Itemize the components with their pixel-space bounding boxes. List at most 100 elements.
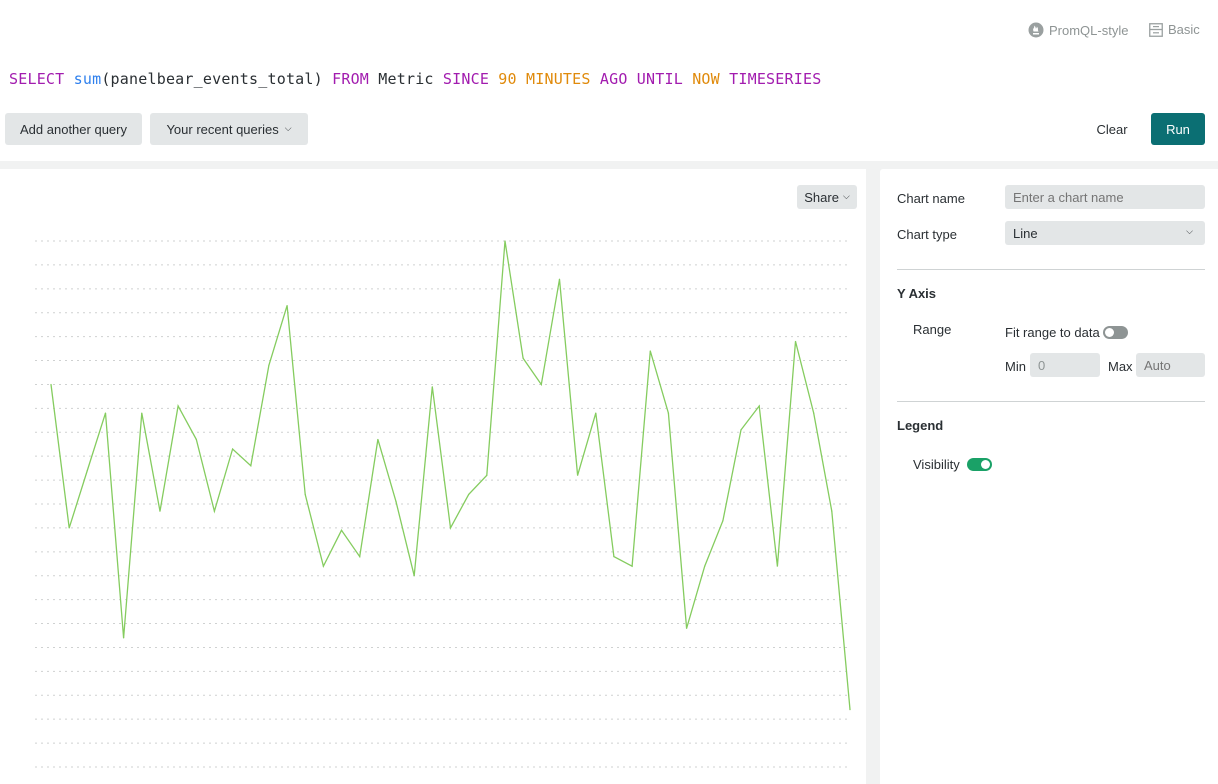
min-input[interactable]	[1030, 353, 1100, 377]
clear-label: Clear	[1096, 121, 1128, 137]
data-point[interactable]	[722, 520, 724, 522]
recent-queries-dropdown[interactable]: Your recent queries ⌵	[150, 113, 308, 145]
visibility-label: Visibility	[913, 457, 960, 472]
data-point[interactable]	[813, 412, 815, 414]
data-point[interactable]	[413, 575, 415, 577]
data-point[interactable]	[359, 556, 361, 558]
query-token-keyword: SINCE	[442, 70, 490, 88]
data-point[interactable]	[558, 278, 561, 280]
data-point[interactable]	[649, 350, 651, 352]
data-point[interactable]	[831, 510, 833, 512]
data-point[interactable]	[213, 510, 216, 512]
query-editor[interactable]: SELECT sum(panelbear_events_total) FROM …	[9, 70, 821, 88]
query-token-text: (panelbear_events_total)	[101, 70, 323, 88]
data-point[interactable]	[250, 465, 252, 467]
data-point[interactable]	[540, 383, 542, 386]
promql-style-toggle[interactable]: PromQL-style	[1028, 22, 1128, 38]
data-point[interactable]	[195, 438, 197, 441]
query-token-text	[628, 70, 637, 88]
promql-style-label: PromQL-style	[1049, 22, 1129, 38]
share-label: Share	[804, 189, 839, 205]
data-point[interactable]	[685, 627, 688, 629]
query-token-text	[323, 70, 332, 88]
basic-label: Basic	[1168, 22, 1200, 37]
data-point[interactable]	[50, 383, 52, 386]
data-point[interactable]	[104, 412, 107, 414]
data-point[interactable]	[177, 405, 179, 407]
fit-range-toggle[interactable]	[1103, 326, 1128, 339]
legend-visibility-toggle[interactable]	[967, 458, 992, 471]
data-point[interactable]	[486, 474, 488, 476]
query-token-text	[720, 70, 729, 88]
query-token-keyword: TIMESERIES	[729, 70, 822, 88]
data-point[interactable]	[377, 438, 379, 441]
run-label: Run	[1166, 121, 1190, 137]
data-point[interactable]	[468, 493, 470, 496]
data-point[interactable]	[322, 565, 324, 567]
chart-settings-panel	[880, 169, 1218, 784]
data-point[interactable]	[794, 340, 797, 343]
data-point[interactable]	[141, 412, 143, 414]
basic-toggle[interactable]: Basic	[1149, 22, 1200, 37]
query-token-text	[517, 70, 526, 88]
data-point[interactable]	[431, 386, 433, 388]
query-token-keyword: AGO	[599, 70, 628, 88]
data-point[interactable]	[849, 709, 851, 711]
data-point[interactable]	[449, 527, 452, 529]
data-point[interactable]	[613, 556, 615, 558]
chart-type-value: Line	[1013, 225, 1038, 241]
data-point[interactable]	[68, 527, 70, 529]
run-button[interactable]: Run	[1151, 113, 1205, 145]
toggle-knob	[981, 460, 990, 469]
chevron-down-icon: ⌵	[284, 122, 292, 133]
data-point[interactable]	[86, 469, 88, 472]
data-point[interactable]	[776, 565, 778, 567]
divider	[897, 401, 1205, 402]
divider	[897, 269, 1205, 270]
data-point[interactable]	[704, 565, 706, 567]
data-point[interactable]	[268, 364, 270, 366]
query-token-keyword: UNTIL	[636, 70, 683, 88]
series-points	[50, 240, 851, 711]
line-chart	[35, 240, 851, 768]
data-point[interactable]	[304, 493, 306, 496]
query-token-number: 90	[498, 70, 517, 88]
fit-range-label: Fit range to data	[1005, 325, 1100, 340]
data-point[interactable]	[577, 474, 579, 476]
clear-button[interactable]: Clear	[1088, 113, 1136, 145]
y-axis-section-title: Y Axis	[897, 286, 937, 301]
series-line	[50, 240, 851, 710]
chart-name-input[interactable]	[1005, 185, 1205, 209]
query-token-text	[591, 70, 600, 88]
data-point[interactable]	[340, 529, 343, 531]
add-another-query-button[interactable]: Add another query	[5, 113, 142, 145]
data-point[interactable]	[522, 357, 524, 359]
data-point[interactable]	[758, 405, 760, 407]
data-point[interactable]	[159, 510, 161, 512]
data-point[interactable]	[595, 412, 597, 414]
query-token-text	[64, 70, 73, 88]
legend-section-title: Legend	[897, 418, 944, 433]
chart-type-select[interactable]: Line ⌵	[1005, 221, 1205, 245]
max-input[interactable]	[1136, 353, 1205, 377]
range-label: Range	[913, 322, 952, 337]
form-icon	[1149, 22, 1163, 37]
data-point[interactable]	[395, 501, 397, 503]
data-point[interactable]	[667, 412, 670, 414]
query-token-number: MINUTES	[526, 70, 591, 88]
chevron-down-icon: ⌵	[842, 190, 850, 201]
data-point[interactable]	[631, 565, 633, 567]
data-point[interactable]	[231, 448, 234, 450]
query-token-text	[489, 70, 498, 88]
query-token-text	[683, 70, 692, 88]
data-point[interactable]	[504, 240, 506, 242]
share-dropdown[interactable]: Share ⌵	[797, 185, 857, 209]
prometheus-icon	[1028, 22, 1044, 38]
data-point[interactable]	[123, 637, 125, 639]
data-point[interactable]	[740, 429, 742, 431]
max-label: Max	[1108, 359, 1133, 374]
data-point[interactable]	[286, 304, 288, 307]
chevron-down-icon: ⌵	[1186, 226, 1193, 236]
query-token-keyword: SELECT	[9, 70, 65, 88]
query-token-keyword: FROM	[332, 70, 370, 88]
